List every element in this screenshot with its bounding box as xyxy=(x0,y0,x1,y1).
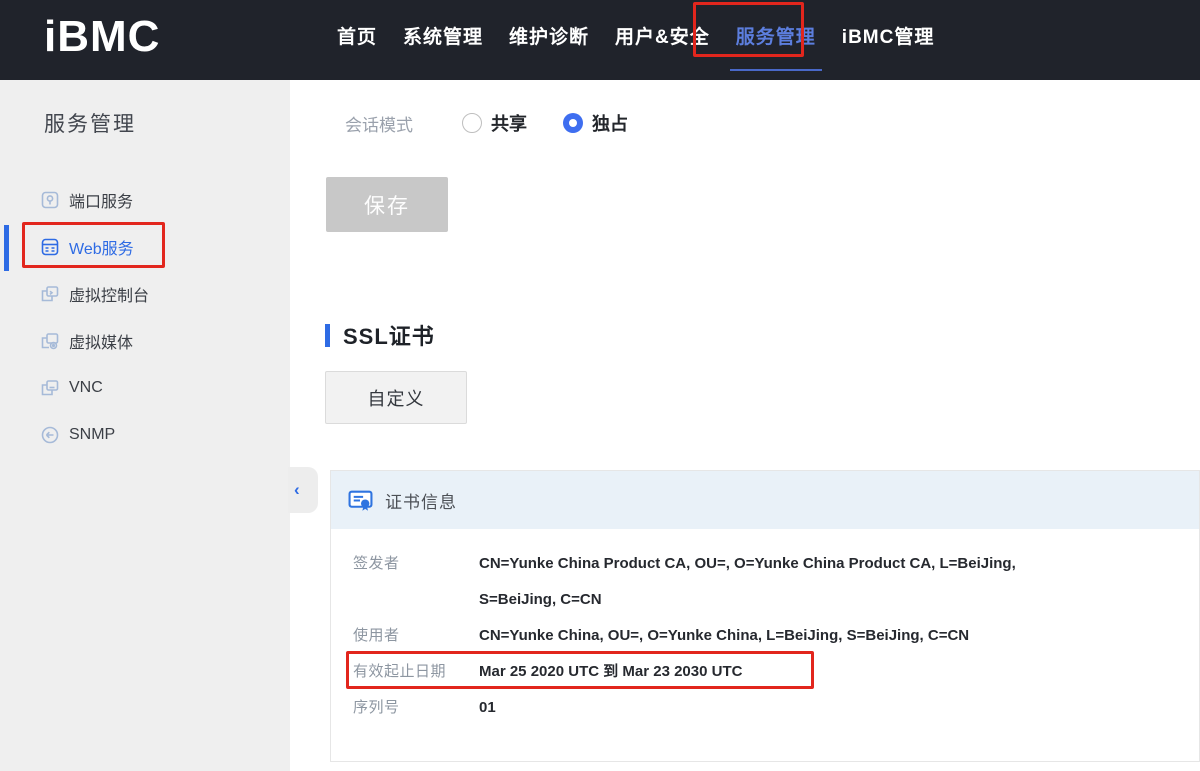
nav-item-user-security[interactable]: 用户&安全 xyxy=(615,22,710,75)
cert-field-value: 01 xyxy=(479,690,496,726)
top-header-bar: iBMC 首页 系统管理 维护诊断 用户&安全 服务管理 iBMC管理 xyxy=(0,0,1200,80)
media-icon xyxy=(40,331,60,351)
top-nav: 首页 系统管理 维护诊断 用户&安全 服务管理 iBMC管理 xyxy=(337,22,934,75)
nav-item-home[interactable]: 首页 xyxy=(337,22,377,75)
radio-checked-icon[interactable] xyxy=(563,113,583,133)
nav-item-service-management[interactable]: 服务管理 xyxy=(736,22,816,75)
ssl-section-header: SSL证书 xyxy=(325,319,435,351)
cert-field-label: 序列号 xyxy=(353,690,479,726)
certificate-panel-header: 证书信息 xyxy=(331,471,1199,529)
customize-button[interactable]: 自定义 xyxy=(325,371,467,424)
sidebar-item-label: 虚拟媒体 xyxy=(69,329,133,353)
chevron-left-icon: ‹ xyxy=(294,480,300,500)
sidebar-item-vnc[interactable]: VNC xyxy=(0,364,290,411)
radio-option-shared[interactable]: 共享 xyxy=(462,110,527,136)
certificate-info-panel: 证书信息 签发者 CN=Yunke China Product CA, OU=,… xyxy=(330,470,1200,762)
cert-field-value: CN=Yunke China, OU=, O=Yunke China, L=Be… xyxy=(479,618,969,654)
sidebar-item-port-service[interactable]: 端口服务 xyxy=(0,176,290,223)
port-icon xyxy=(40,190,60,210)
nav-item-system-management[interactable]: 系统管理 xyxy=(403,22,483,75)
sidebar-item-label: 端口服务 xyxy=(69,188,133,212)
sidebar-item-virtual-console[interactable]: 虚拟控制台 xyxy=(0,270,290,317)
radio-option-label: 共享 xyxy=(491,110,527,136)
radio-unchecked-icon[interactable] xyxy=(462,113,482,133)
cert-row-issuer: 签发者 CN=Yunke China Product CA, OU=, O=Yu… xyxy=(353,546,1179,618)
save-button[interactable]: 保存 xyxy=(326,177,448,232)
sidebar-item-label: Web服务 xyxy=(69,235,134,259)
sidebar-item-snmp[interactable]: SNMP xyxy=(0,411,290,458)
cert-row-subject: 使用者 CN=Yunke China, OU=, O=Yunke China, … xyxy=(353,618,1179,654)
session-mode-label: 会话模式 xyxy=(345,111,462,136)
session-mode-row: 会话模式 共享 独占 xyxy=(345,106,664,140)
sidebar-title: 服务管理 xyxy=(44,108,136,138)
cert-field-value: Mar 25 2020 UTC 到 Mar 23 2030 UTC xyxy=(479,654,742,690)
sidebar-item-virtual-media[interactable]: 虚拟媒体 xyxy=(0,317,290,364)
sidebar-collapse-handle[interactable]: ‹ xyxy=(288,467,318,513)
ibmc-logo: iBMC xyxy=(44,12,160,62)
radio-option-exclusive[interactable]: 独占 xyxy=(563,110,628,136)
nav-item-maintenance-diagnosis[interactable]: 维护诊断 xyxy=(509,22,589,75)
sidebar-item-label: VNC xyxy=(69,379,103,397)
certificate-panel-title: 证书信息 xyxy=(385,488,457,513)
cert-row-serial-number: 序列号 01 xyxy=(353,690,1179,726)
console-icon xyxy=(40,284,60,304)
cert-field-label: 有效起止日期 xyxy=(353,654,479,690)
sidebar-item-web-service[interactable]: Web服务 xyxy=(0,223,290,270)
cert-row-validity-period: 有效起止日期 Mar 25 2020 UTC 到 Mar 23 2030 UTC xyxy=(353,654,1179,690)
ssl-section-title: SSL证书 xyxy=(343,319,435,351)
sidebar-menu: 端口服务 Web服务 虚拟控制台 xyxy=(0,176,290,458)
certificate-panel-body: 签发者 CN=Yunke China Product CA, OU=, O=Yu… xyxy=(331,529,1199,726)
section-accent-bar xyxy=(325,324,330,347)
active-tab-underline xyxy=(730,69,822,71)
vnc-icon xyxy=(40,378,60,398)
page: iBMC 首页 系统管理 维护诊断 用户&安全 服务管理 iBMC管理 服务管理… xyxy=(0,0,1200,771)
sidebar: 服务管理 端口服务 Web服务 xyxy=(0,80,290,771)
sidebar-item-label: 虚拟控制台 xyxy=(69,282,149,306)
snmp-icon xyxy=(40,425,60,445)
web-icon xyxy=(40,237,60,257)
nav-item-ibmc-management[interactable]: iBMC管理 xyxy=(842,22,935,75)
cert-field-label: 签发者 xyxy=(353,546,479,618)
certificate-icon xyxy=(348,488,373,513)
cert-field-label: 使用者 xyxy=(353,618,479,654)
sidebar-item-label: SNMP xyxy=(69,426,115,444)
cert-field-value: CN=Yunke China Product CA, OU=, O=Yunke … xyxy=(479,546,1054,618)
radio-option-label: 独占 xyxy=(592,110,628,136)
